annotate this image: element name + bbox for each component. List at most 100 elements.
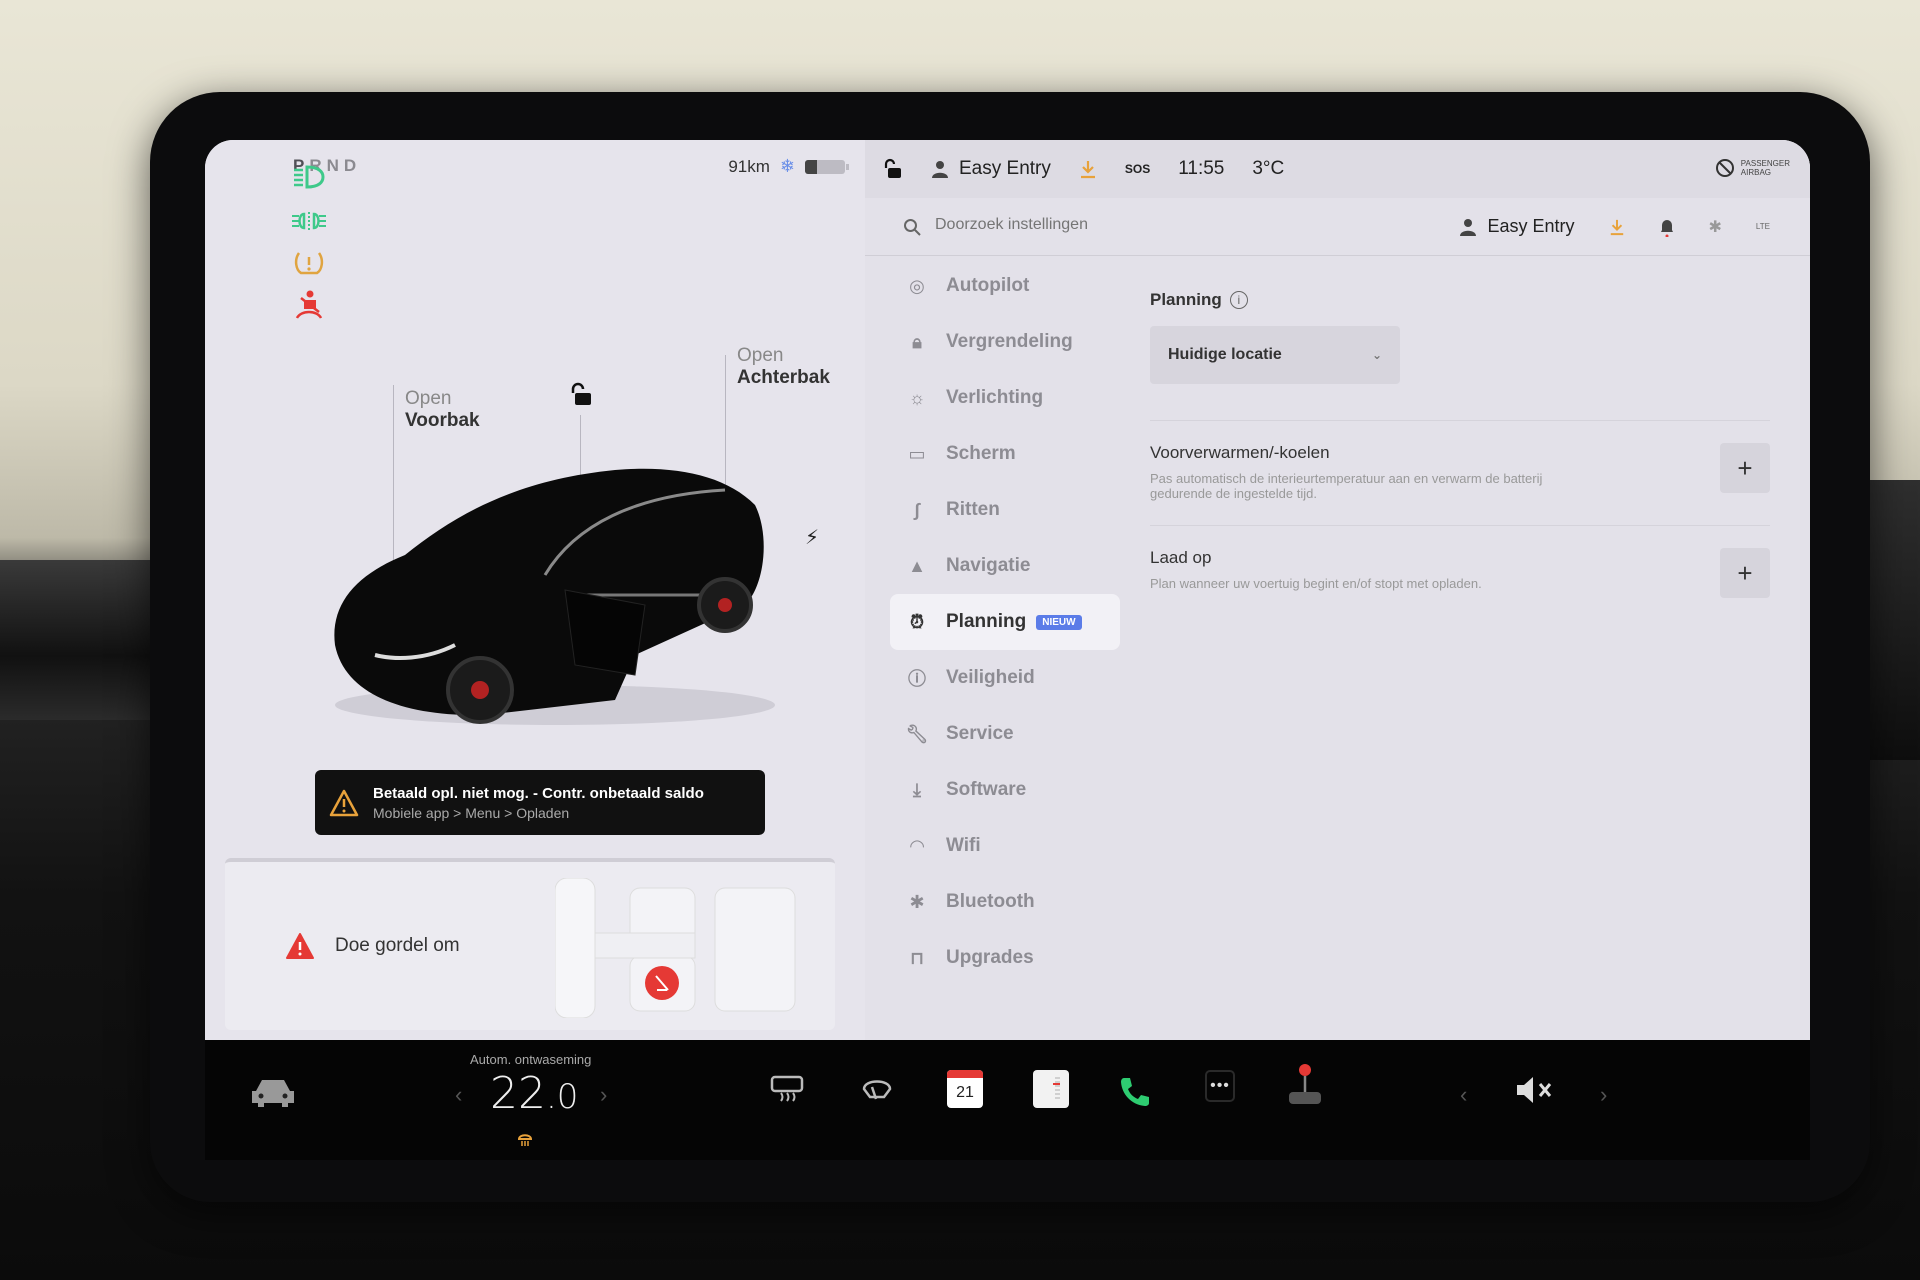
- settings-search-input[interactable]: [935, 216, 1235, 234]
- warning-icon: [329, 789, 359, 816]
- menu-label: Vergrendeling: [946, 331, 1073, 352]
- rear-defrost-icon[interactable]: [770, 1075, 804, 1105]
- unlock-status-icon[interactable]: [883, 158, 903, 180]
- volume-muted-icon[interactable]: [1515, 1075, 1555, 1105]
- menu-label: Planning: [946, 611, 1027, 632]
- new-badge: NIEUW: [1036, 614, 1082, 630]
- driver-profile[interactable]: Easy Entry: [931, 158, 1051, 180]
- trunk-label: Achterbak: [737, 367, 830, 388]
- temperature-display[interactable]: 22.0: [490, 1068, 578, 1119]
- airbag-line2: AIRBAG: [1740, 168, 1772, 177]
- frunk-label-open: Open: [405, 388, 452, 409]
- menu-item-autopilot[interactable]: ◎ Autopilot: [890, 258, 1120, 314]
- wiper-icon[interactable]: [860, 1075, 894, 1105]
- temp-decimal: .0: [546, 1077, 579, 1117]
- seatbelt-alert: Doe gordel om: [285, 932, 460, 960]
- airbag-line1: PASSENGER: [1740, 159, 1790, 168]
- seatbelt-alert-card[interactable]: Doe gordel om: [225, 858, 835, 1030]
- lightning-icon: ⚡: [805, 527, 820, 549]
- more-apps-icon[interactable]: •••: [1205, 1070, 1235, 1102]
- frunk-label: Voorbak: [405, 410, 480, 431]
- shopping-bag-icon: ⊓: [909, 947, 925, 968]
- menu-item-navigation[interactable]: ▲ Navigatie: [890, 538, 1120, 594]
- info-icon[interactable]: i: [1229, 291, 1248, 309]
- seat-diagram: [555, 878, 796, 1018]
- menu-item-safety[interactable]: ⓘ Veiligheid: [890, 650, 1120, 706]
- touchscreen: PRND 91km ❄ Open Voorbak Open Achterbak: [205, 140, 1810, 1040]
- open-frunk-button[interactable]: Open Voorbak: [405, 388, 480, 432]
- bluetooth-status-icon[interactable]: ✱: [1709, 217, 1722, 237]
- notification-bell-icon[interactable]: [1659, 217, 1675, 237]
- energy-app-icon[interactable]: [1033, 1070, 1069, 1108]
- energy-gauge-icon: [1053, 1077, 1060, 1099]
- clock: 11:55: [1178, 158, 1225, 179]
- software-update-icon[interactable]: [1079, 159, 1097, 179]
- person-icon: [1460, 218, 1477, 236]
- defrost-icon: [517, 1134, 533, 1146]
- range-status: 91km ❄: [728, 156, 849, 177]
- menu-item-bluetooth[interactable]: ✱ Bluetooth: [890, 874, 1120, 930]
- arcade-joystick-icon[interactable]: [1285, 1062, 1325, 1108]
- location-dropdown[interactable]: Huidige locatie ⌄: [1150, 326, 1400, 384]
- menu-label: Autopilot: [946, 275, 1030, 296]
- person-icon: [932, 161, 948, 178]
- calendar-app-icon[interactable]: 21: [947, 1070, 983, 1108]
- navigation-icon: ▲: [908, 555, 926, 576]
- unlock-icon[interactable]: [568, 382, 594, 408]
- charge-description: Plan wanneer uw voertuig begint en/of st…: [1150, 576, 1482, 591]
- snowflake-icon: ❄: [779, 156, 795, 176]
- settings-profile[interactable]: Easy Entry: [1459, 216, 1575, 237]
- calendar-header: [947, 1070, 983, 1078]
- gear-d: D: [343, 156, 362, 175]
- charging-alert[interactable]: Betaald opl. niet mog. - Contr. onbetaal…: [315, 770, 765, 835]
- menu-item-lights[interactable]: ☼ Verlichting: [890, 370, 1120, 426]
- charging-alert-subtitle: Mobiele app > Menu > Opladen: [373, 804, 570, 821]
- download-icon[interactable]: [1609, 218, 1625, 236]
- menu-label: Software: [946, 779, 1027, 800]
- menu-label: Veiligheid: [946, 667, 1035, 688]
- open-trunk-button[interactable]: Open Achterbak: [737, 345, 830, 389]
- climate-mode-label: Autom. ontwaseming: [470, 1052, 592, 1067]
- search-icon: [904, 219, 921, 236]
- menu-item-service[interactable]: 🔧︎ Service: [890, 706, 1120, 762]
- planning-content: Planning i Huidige locatie ⌄ Voorverwarm…: [1150, 290, 1770, 598]
- tire-pressure-icon: [294, 252, 324, 275]
- lte-signal-icon: LTE: [1755, 222, 1770, 231]
- settings-search-row: Easy Entry ✱ LTE: [865, 198, 1810, 256]
- menu-item-trips[interactable]: ∫ Ritten: [890, 482, 1120, 538]
- car-icon[interactable]: [250, 1075, 296, 1109]
- menu-item-locks[interactable]: 🔒︎ Vergrendeling: [890, 314, 1120, 370]
- temp-down-button[interactable]: ‹: [455, 1082, 462, 1108]
- menu-item-planning[interactable]: ⏰︎ Planning NIEUW: [890, 594, 1120, 650]
- calendar-day: 21: [956, 1084, 974, 1101]
- sos-icon[interactable]: SOS: [1125, 162, 1150, 176]
- menu-item-software[interactable]: ⤓ Software: [890, 762, 1120, 818]
- car-image: [334, 468, 775, 725]
- safety-icon: ⓘ: [908, 669, 926, 689]
- menu-label: Upgrades: [946, 947, 1034, 968]
- light-icon: ☼: [908, 387, 926, 408]
- alert-triangle-icon: [286, 933, 314, 959]
- gear-n: N: [326, 156, 344, 175]
- volume-prev-button[interactable]: ‹: [1460, 1082, 1467, 1108]
- precondition-title: Voorverwarmen/-koelen: [1150, 443, 1330, 462]
- add-charge-schedule-button[interactable]: +: [1720, 548, 1770, 598]
- menu-label: Verlichting: [946, 387, 1044, 408]
- trunk-label-open: Open: [737, 345, 784, 366]
- battery-icon: [805, 159, 849, 174]
- menu-item-wifi[interactable]: ◠ Wifi: [890, 818, 1120, 874]
- phone-icon[interactable]: [1118, 1075, 1152, 1109]
- steering-wheel-icon: ◎: [909, 275, 925, 296]
- outside-temperature: 3°C: [1252, 158, 1285, 179]
- menu-label: Service: [946, 723, 1014, 744]
- planning-heading: Planning i: [1150, 290, 1770, 310]
- add-precondition-button[interactable]: +: [1720, 443, 1770, 493]
- menu-label: Navigatie: [946, 555, 1031, 576]
- headlight-icon: [294, 165, 325, 189]
- status-bar: Easy Entry SOS 11:55 3°C: [865, 140, 1810, 198]
- volume-next-button[interactable]: ›: [1600, 1082, 1607, 1108]
- temp-up-button[interactable]: ›: [600, 1082, 607, 1108]
- menu-item-upgrades[interactable]: ⊓ Upgrades: [890, 930, 1120, 986]
- car-panel: PRND 91km ❄ Open Voorbak Open Achterbak: [205, 140, 865, 1040]
- menu-item-display[interactable]: ▭ Scherm: [890, 426, 1120, 482]
